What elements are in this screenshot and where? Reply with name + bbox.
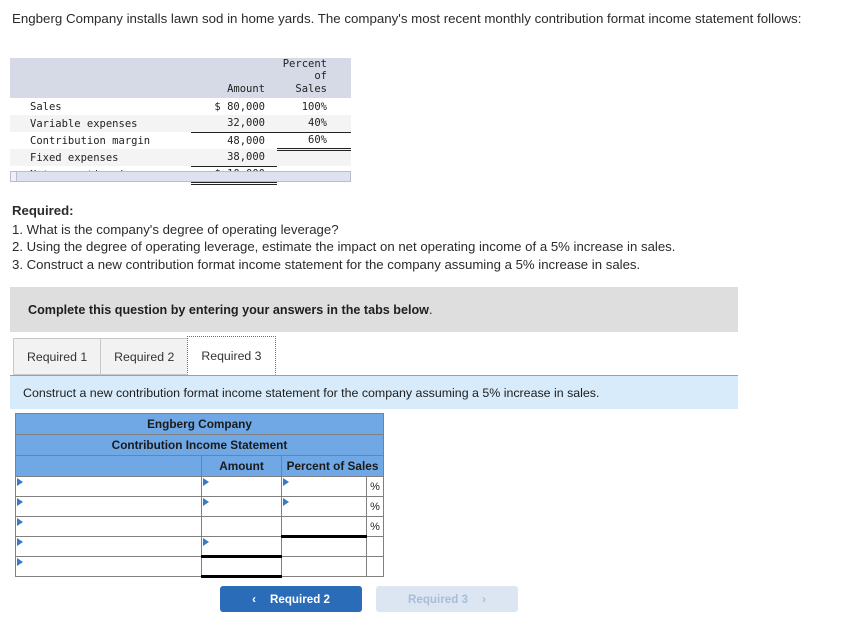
table-row: Sales $ 80,000 100% — [10, 98, 351, 115]
table-row: % — [15, 496, 384, 517]
dropdown-triangle-icon[interactable] — [17, 498, 23, 506]
dropdown-triangle-icon[interactable] — [17, 558, 23, 566]
answer-cell-label-1[interactable] — [15, 476, 202, 497]
chevron-left-icon: ‹ — [252, 592, 257, 606]
table-row: Fixed expenses 38,000 — [10, 149, 351, 167]
dropdown-triangle-icon[interactable] — [17, 518, 23, 526]
previous-requirement-label: Required 2 — [270, 592, 330, 606]
dropdown-triangle-icon[interactable] — [17, 478, 23, 486]
given-header-blank — [10, 58, 191, 83]
required-item-1: 1. What is the company's degree of opera… — [12, 221, 339, 237]
tab-instruction-text: Construct a new contribution format inco… — [23, 385, 600, 400]
row-percent-fixed-expenses — [277, 149, 351, 166]
answer-cell-label-4[interactable] — [15, 536, 202, 557]
row-percent-contribution-margin: 60% — [277, 132, 351, 151]
table-row — [15, 536, 384, 558]
percent-symbol-2: % — [366, 496, 384, 517]
given-statement-table: Percent of Amount Sales Sales $ 80,000 1… — [10, 58, 351, 185]
tab-instruction-banner: Construct a new contribution format inco… — [10, 375, 738, 409]
row-amount-sales: $ 80,000 — [214, 100, 265, 113]
dropdown-triangle-icon[interactable] — [283, 498, 289, 506]
percent-symbol-1: % — [366, 476, 384, 497]
given-statement-head: Percent of Amount Sales — [10, 58, 351, 98]
chevron-right-icon: › — [481, 592, 486, 606]
row-label-contribution-margin: Contribution margin — [30, 134, 151, 147]
given-header-amount: Amount — [191, 83, 277, 98]
answer-grid-title-row-1: Engberg Company — [15, 413, 384, 435]
table-row: % — [15, 476, 384, 497]
answer-grid-statement-name: Contribution Income Statement — [15, 434, 384, 456]
tab-required-1[interactable]: Required 1 — [13, 338, 102, 375]
answer-cell-label-5[interactable] — [15, 556, 202, 577]
percent-symbol-4 — [366, 536, 384, 557]
intro-paragraph: Engberg Company installs lawn sod in hom… — [12, 11, 802, 26]
row-label-variable-expenses: Variable expenses — [10, 115, 191, 132]
answer-cell-percent-5[interactable] — [281, 556, 367, 577]
table-row: % — [15, 516, 384, 538]
answer-cell-amount-3[interactable] — [201, 516, 282, 537]
answer-cell-label-2[interactable] — [15, 496, 202, 517]
row-percent-sales: 100% — [301, 100, 327, 113]
next-requirement-label: Required 3 — [408, 592, 468, 606]
given-header-blank-2 — [10, 83, 191, 98]
tab-required-3-label: Required 3 — [201, 348, 262, 363]
previous-requirement-button[interactable]: ‹ Required 2 — [220, 586, 362, 612]
row-amount-contribution-margin: 48,000 — [227, 134, 265, 147]
navigation-buttons: ‹ Required 2 Required 3 › — [220, 586, 518, 612]
answer-cell-percent-1[interactable] — [281, 476, 367, 497]
answer-grid-col-blank — [15, 455, 202, 477]
answer-grid-title-row-2: Contribution Income Statement — [15, 434, 384, 456]
row-label-sales: Sales — [30, 100, 62, 113]
percent-symbol-5 — [366, 556, 384, 577]
required-heading: Required: — [12, 203, 74, 218]
dropdown-triangle-icon[interactable] — [203, 478, 209, 486]
answer-cell-percent-2[interactable] — [281, 496, 367, 517]
given-header-percent-line2: Sales — [277, 83, 351, 98]
given-header-percent-line1: Percent of — [277, 58, 351, 83]
complete-question-banner: Complete this question by entering your … — [10, 287, 738, 332]
tab-required-2[interactable]: Required 2 — [100, 338, 189, 375]
required-section: Required: 1. What is the company's degre… — [12, 203, 792, 274]
required-item-2: 2. Using the degree of operating leverag… — [12, 239, 676, 254]
row-amount-variable-expenses: 32,000 — [191, 115, 277, 133]
given-income-statement: Percent of Amount Sales Sales $ 80,000 1… — [10, 58, 351, 185]
next-requirement-button[interactable]: Required 3 › — [376, 586, 518, 612]
table-row: Contribution margin 48,000 60% — [10, 132, 351, 151]
answer-grid-col-percent: Percent of Sales — [281, 455, 384, 477]
answer-grid-company-name: Engberg Company — [15, 413, 384, 435]
answer-cell-amount-4[interactable] — [201, 536, 282, 558]
answer-cell-amount-1[interactable] — [201, 476, 282, 497]
dropdown-triangle-icon[interactable] — [17, 538, 23, 546]
requirement-tabs: Required 1 Required 2 Required 3 — [13, 336, 276, 375]
tab-required-2-label: Required 2 — [114, 349, 175, 364]
answer-grid-header-row: Amount Percent of Sales — [15, 455, 384, 477]
answer-grid: Engberg Company Contribution Income Stat… — [15, 413, 384, 578]
answer-cell-amount-5[interactable] — [201, 556, 282, 578]
tab-required-3[interactable]: Required 3 — [187, 336, 276, 375]
table-row: Variable expenses 32,000 40% — [10, 115, 351, 133]
dropdown-triangle-icon[interactable] — [283, 478, 289, 486]
row-percent-variable-expenses: 40% — [277, 115, 351, 133]
table-row — [15, 556, 384, 578]
answer-cell-percent-3[interactable] — [281, 516, 367, 538]
complete-question-suffix: . — [428, 302, 433, 317]
row-amount-fixed-expenses: 38,000 — [191, 149, 277, 167]
answer-cell-amount-2[interactable] — [201, 496, 282, 517]
answer-cell-label-3[interactable] — [15, 516, 202, 537]
scrollbar-thumb[interactable] — [11, 172, 17, 181]
complete-question-text: Complete this question by entering your … — [28, 302, 429, 317]
statement-horizontal-scrollbar[interactable] — [10, 171, 351, 182]
dropdown-triangle-icon[interactable] — [203, 498, 209, 506]
answer-cell-percent-4[interactable] — [281, 536, 367, 557]
percent-symbol-3: % — [366, 516, 384, 537]
given-header-amount-spacer — [191, 58, 277, 83]
tab-required-1-label: Required 1 — [27, 349, 88, 364]
required-item-3: 3. Construct a new contribution format i… — [12, 256, 641, 272]
row-label-fixed-expenses: Fixed expenses — [10, 149, 191, 166]
dropdown-triangle-icon[interactable] — [203, 538, 209, 546]
answer-grid-col-amount: Amount — [201, 455, 282, 477]
